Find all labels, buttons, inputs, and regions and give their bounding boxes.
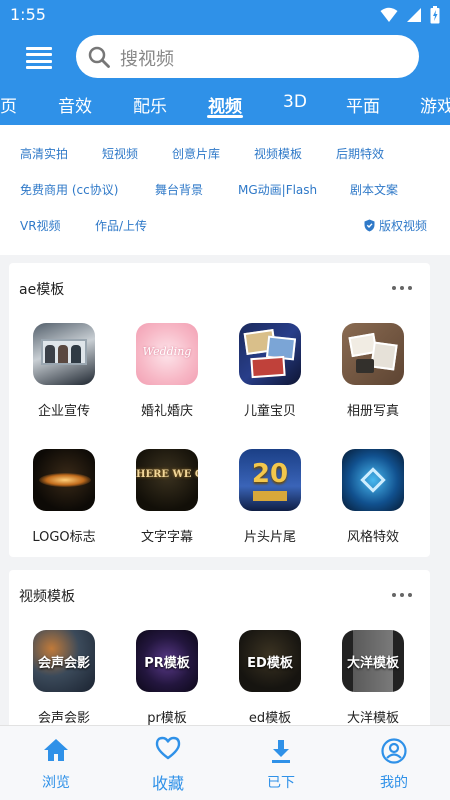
nav-label: 我的 xyxy=(380,775,408,791)
tag-vr-video[interactable]: VR视频 xyxy=(20,217,61,234)
thumb-text: Wedding xyxy=(142,345,192,358)
nav-label: 已下 xyxy=(267,775,295,791)
nav-browse[interactable]: 浏览 xyxy=(0,726,112,800)
search-icon xyxy=(88,46,110,68)
home-icon xyxy=(44,739,68,761)
section-title: ae模板 xyxy=(19,282,65,298)
header: 搜视频 页 音效 配乐 视频 3D 平面 游戏 xyxy=(0,30,450,125)
search-placeholder: 搜视频 xyxy=(120,49,174,70)
nav-label: 收藏 xyxy=(151,774,184,793)
thumb-text: 大洋模板 xyxy=(346,656,399,671)
tag-free-commercial[interactable]: 免费商用 (cc协议) xyxy=(20,181,118,198)
thumbnail: Wedding xyxy=(136,323,198,385)
tag-stage-background[interactable]: 舞台背景 xyxy=(155,181,203,198)
item-label: 大洋模板 xyxy=(346,711,399,726)
tag-script[interactable]: 剧本文案 xyxy=(350,181,398,198)
thumb-text: HERE WE GO xyxy=(136,469,198,480)
grid-item-pr[interactable]: PR模板 pr模板 xyxy=(117,630,217,726)
thumbnail: PR模板 xyxy=(136,630,198,692)
tag-copyright-video[interactable]: 版权视频 xyxy=(364,217,427,234)
search-bar[interactable]: 搜视频 xyxy=(76,35,419,78)
item-label: 风格特效 xyxy=(346,530,399,545)
copyright-label: 版权视频 xyxy=(379,219,428,233)
item-label: LOGO标志 xyxy=(32,530,96,545)
battery-icon xyxy=(430,6,440,24)
thumb-text: 20 xyxy=(251,459,289,489)
thumbnail xyxy=(342,449,404,511)
thumb-text: 会声会影 xyxy=(37,656,90,671)
grid-item-text-subtitle[interactable]: HERE WE GO 文字字幕 xyxy=(117,449,217,545)
bottom-nav: 浏览 收藏 已下 我的 xyxy=(0,725,450,800)
tag-hd-footage[interactable]: 高清实拍 xyxy=(20,145,68,162)
tag-short-video[interactable]: 短视频 xyxy=(102,145,138,162)
signal-icon xyxy=(407,8,421,22)
grid-item-photo-album[interactable]: 相册写真 xyxy=(323,323,423,419)
status-time: 1:55 xyxy=(10,5,46,24)
item-label: ed模板 xyxy=(248,711,292,726)
nav-favorites[interactable]: 收藏 xyxy=(112,726,224,800)
section-title: 视频模板 xyxy=(19,589,75,605)
item-label: 婚礼婚庆 xyxy=(140,404,193,419)
nav-downloaded[interactable]: 已下 xyxy=(225,726,337,800)
user-icon xyxy=(381,738,407,764)
category-tabs: 页 音效 配乐 视频 3D 平面 游戏 xyxy=(0,90,450,125)
item-label: 企业宣传 xyxy=(37,404,90,419)
tag-upload[interactable]: 作品/上传 xyxy=(95,217,147,234)
status-bar: 1:55 xyxy=(0,0,450,30)
grid-item-style-effects[interactable]: 风格特效 xyxy=(323,449,423,545)
section-video-templates: 视频模板 会声会影 会声会影 PR模板 pr模板 ED模板 ed模板 大洋模板 … xyxy=(9,570,430,730)
thumbnail xyxy=(239,323,301,385)
tag-video-templates[interactable]: 视频模板 xyxy=(254,145,302,162)
thumb-text: ED模板 xyxy=(247,656,293,671)
thumbnail xyxy=(33,323,95,385)
section-ae-templates: ae模板 企业宣传 Wedding 婚礼婚庆 儿童宝贝 相册写真 LOGO标志 … xyxy=(9,263,430,557)
grid-item-children[interactable]: 儿童宝贝 xyxy=(220,323,320,419)
item-label: pr模板 xyxy=(147,711,187,726)
tag-panel: 高清实拍 短视频 创意片库 视频模板 后期特效 免费商用 (cc协议) 舞台背景… xyxy=(0,125,450,255)
thumbnail: 会声会影 xyxy=(33,630,95,692)
active-tab-indicator xyxy=(207,115,243,118)
item-label: 儿童宝贝 xyxy=(243,404,296,419)
grid-item-corporate[interactable]: 企业宣传 xyxy=(14,323,114,419)
tab-home[interactable]: 页 xyxy=(0,92,17,117)
item-label: 相册写真 xyxy=(346,404,399,419)
tag-post-effects[interactable]: 后期特效 xyxy=(336,145,384,162)
tab-video[interactable]: 视频 xyxy=(208,92,242,117)
nav-label: 浏览 xyxy=(42,775,70,791)
status-icons xyxy=(380,6,440,24)
grid-item-intro-outro[interactable]: 20 片头片尾 xyxy=(220,449,320,545)
item-label: 文字字幕 xyxy=(140,530,193,545)
thumbnail: 20 xyxy=(239,449,301,511)
download-icon xyxy=(272,740,290,763)
thumb-text: PR模板 xyxy=(144,656,190,671)
thumbnail xyxy=(33,449,95,511)
tab-game[interactable]: 游戏 xyxy=(420,92,450,117)
tag-creative-library[interactable]: 创意片库 xyxy=(172,145,220,162)
grid-item-ed[interactable]: ED模板 ed模板 xyxy=(220,630,320,726)
grid-item-wedding[interactable]: Wedding 婚礼婚庆 xyxy=(117,323,217,419)
wifi-icon xyxy=(380,7,398,22)
thumbnail: ED模板 xyxy=(239,630,301,692)
shield-icon xyxy=(364,219,375,232)
grid-item-logo[interactable]: LOGO标志 xyxy=(14,449,114,545)
heart-icon xyxy=(155,736,181,760)
item-label: 会声会影 xyxy=(37,711,90,726)
thumbnail xyxy=(342,323,404,385)
more-icon[interactable] xyxy=(392,286,412,290)
more-icon[interactable] xyxy=(392,593,412,597)
thumbnail: 大洋模板 xyxy=(342,630,404,692)
nav-mine[interactable]: 我的 xyxy=(338,726,450,800)
grid-item-dayang[interactable]: 大洋模板 大洋模板 xyxy=(323,630,423,726)
tab-music[interactable]: 配乐 xyxy=(133,92,167,117)
menu-button[interactable] xyxy=(26,47,52,69)
grid-item-huisheng[interactable]: 会声会影 会声会影 xyxy=(14,630,114,726)
tab-graphic[interactable]: 平面 xyxy=(346,92,380,117)
thumbnail: HERE WE GO xyxy=(136,449,198,511)
tab-3d[interactable]: 3D xyxy=(283,92,307,112)
tab-sound-effects[interactable]: 音效 xyxy=(58,92,92,117)
item-label: 片头片尾 xyxy=(243,530,296,545)
tag-mg-animation[interactable]: MG动画|Flash xyxy=(238,181,317,198)
